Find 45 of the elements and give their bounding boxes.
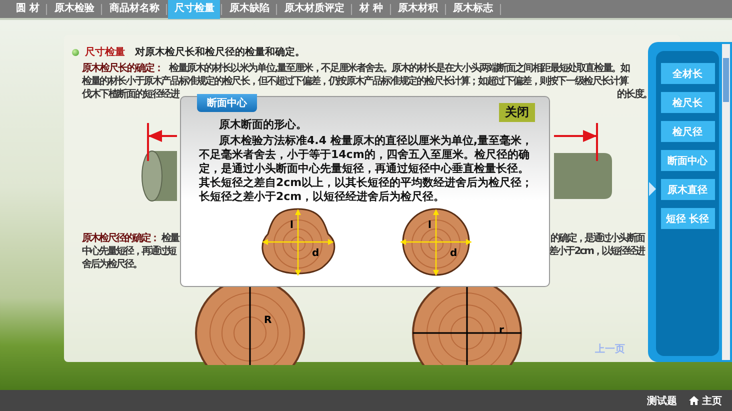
nav-tab[interactable]: 尺寸检量 <box>168 0 220 19</box>
log-drawing <box>142 150 177 202</box>
menu-button[interactable]: 短径 长径 <box>660 208 714 229</box>
home-link[interactable]: 主页 <box>702 394 722 408</box>
paragraph-text: 中心先量短径，再通过短 <box>82 245 176 258</box>
diameter-label: l <box>290 220 294 231</box>
paragraph-text: 的确定，是通过小头断面 <box>550 232 644 245</box>
nav-tab[interactable]: 材 种 <box>353 0 389 19</box>
menu-button[interactable]: 全材长 <box>660 63 714 84</box>
expand-arrow-icon[interactable] <box>649 182 656 196</box>
close-button[interactable]: 关闭 <box>499 103 535 122</box>
paragraph-text: 伐木下楂断面的短径经进 <box>82 88 179 101</box>
paragraph-text: 检量的材长小于原木产品标准规定的检尺长，但不超过下偏差，仍按原木产品标准规定的检尺长计算；如超过下偏差，则按下一级检尺长计算 <box>82 75 628 88</box>
dialog-heading: 原木断面的形心。 <box>218 117 308 132</box>
menu-button[interactable]: 原木直径 <box>660 179 714 200</box>
paragraph-text: 的长度。 <box>616 88 652 101</box>
bullet-icon <box>72 48 79 56</box>
paragraph-label: 原木检尺长的确定： <box>82 62 163 75</box>
measure-arrow <box>147 123 177 161</box>
paragraph-text: 检量 <box>162 232 178 245</box>
section-description: 对原木检尺长和检尺径的检量和确定。 <box>135 45 305 59</box>
scrollbar[interactable] <box>722 44 730 360</box>
dialog-text: 原木检验方法标准4.4 检量原木的直径以厘米为单位,量至毫米，不足毫米者舍去，小于等于14cm的，四舍五入至厘米。检尺径的确定，是通过小头断面中心先量短径，再通过短径中心垂直检量长径。其长短径之差自2cm以上，以其长短径的平均数经进舍后为检尺径；长短径之差小于2cm，以短径经进舍后为检尺径。 <box>199 134 534 204</box>
nav-tab[interactable]: 原木检验 <box>48 0 100 19</box>
diameter-label: d <box>450 248 458 259</box>
log-drawing <box>554 153 612 199</box>
menu-button[interactable]: 检尺径 <box>660 121 714 142</box>
nav-tab[interactable]: 原木缺陷 <box>223 0 276 19</box>
menu-button[interactable]: 断面中心 <box>660 150 714 171</box>
section-title: 尺寸检量 <box>85 46 125 59</box>
nav-tab[interactable]: 商品材名称 <box>103 0 166 19</box>
diameter-label: d <box>312 248 320 259</box>
radius-label: R <box>264 315 272 326</box>
quiz-link[interactable]: 测试题 <box>647 394 677 408</box>
paragraph-text: 舍后为检尺径。 <box>82 258 142 271</box>
nav-tab[interactable]: 原木材积 <box>392 0 444 19</box>
home-icon[interactable] <box>689 396 699 405</box>
menu-button[interactable]: 检尺长 <box>660 92 714 113</box>
measure-arrow <box>554 123 598 161</box>
paragraph-label: 原木检尺径的确定： <box>82 232 158 245</box>
diameter-label: l <box>428 220 432 231</box>
nav-tab[interactable]: 原木标志 <box>446 0 499 19</box>
paragraph-text: 检量原木的材长以米为单位,量至厘米，不足厘米者舍去。原木的材长是在大小头两端断面之间相距最短处取直检量。如 <box>169 62 630 75</box>
nav-tab[interactable]: 原木材质评定 <box>278 0 350 19</box>
nav-tab[interactable]: 圆 材 <box>10 0 46 19</box>
